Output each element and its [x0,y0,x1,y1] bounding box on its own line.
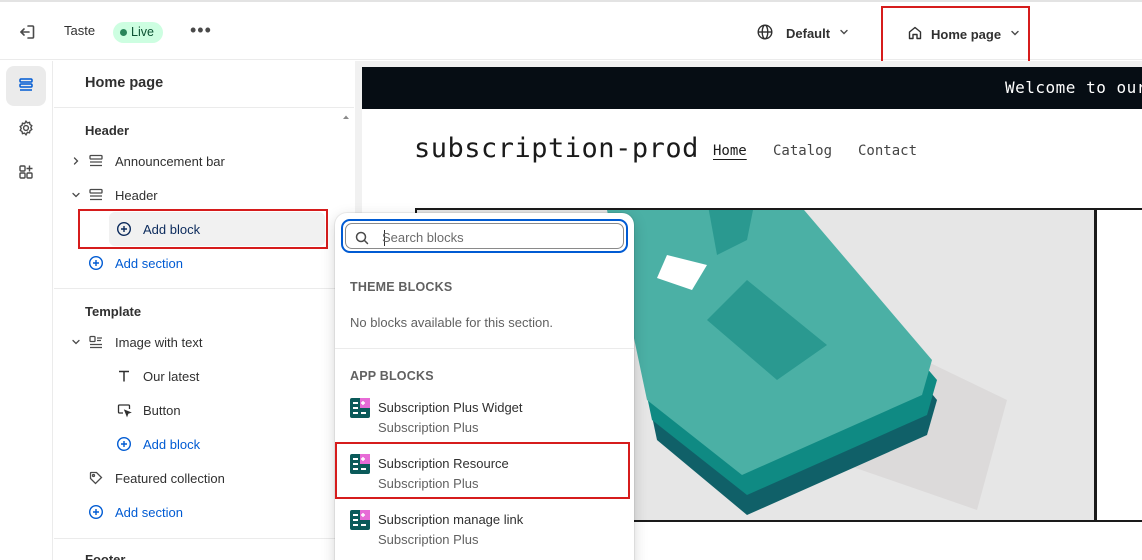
app-block-source: Subscription Plus [378,420,479,435]
header-add-section-button[interactable]: Add section [87,251,183,275]
announcement-text: Welcome to our [1005,78,1142,97]
app-embeds-rail-button[interactable] [6,153,46,193]
exit-icon[interactable] [17,22,37,42]
header-group-title: Header [85,123,130,138]
app-block-subscription-resource[interactable]: Subscription Resource Subscription Plus [350,454,620,498]
plus-circle-icon [87,503,105,521]
sidebar-item-label: Image with text [115,334,203,350]
sidebar-divider [54,288,337,289]
theme-variant-select[interactable]: Default [756,21,850,45]
sections-rail-button[interactable] [6,66,46,106]
button-cursor-icon [115,401,133,419]
subscription-plus-app-icon [350,454,370,474]
sections-icon [17,76,35,97]
sidebar-item-label: Announcement bar [115,153,225,169]
sidebar-item-label: Header [115,187,158,203]
add-block-popover: THEME BLOCKS No blocks available for thi… [335,213,634,560]
store-logo[interactable]: subscription-prod [414,133,699,164]
sidebar-item-featured-collection[interactable]: Featured collection [87,466,225,490]
live-status-label: Live [131,25,154,39]
sections-sidebar: Home page Header Announcement bar Header… [54,61,354,560]
theme-name: Taste [64,23,96,38]
plus-circle-icon [115,220,133,238]
scroll-up-icon[interactable] [340,111,352,123]
app-block-name: Subscription Plus Widget [378,400,523,415]
theme-blocks-heading: THEME BLOCKS [350,280,453,294]
plus-circle-icon [87,254,105,272]
editor-rail [0,61,53,560]
globe-icon [756,23,774,44]
sidebar-item-button[interactable]: Button [115,398,181,422]
sidebar-item-announcement-bar[interactable]: Announcement bar [87,149,225,173]
search-icon [355,231,369,245]
sidebar-item-our-latest[interactable]: Our latest [115,364,199,388]
template-group-title: Template [85,304,142,319]
gear-icon [17,119,35,140]
editor-topbar: Taste Live ••• Default Home page [0,0,1142,63]
live-dot-icon [120,29,127,36]
template-add-section-button[interactable]: Add section [87,500,183,524]
section-layout-icon [87,152,105,170]
add-section-label: Add section [115,504,183,520]
template-add-block-button[interactable]: Add block [115,432,200,456]
block-search-field[interactable] [341,219,628,253]
theme-blocks-empty-message: No blocks available for this section. [350,315,554,330]
add-block-label: Add block [143,221,201,237]
apps-icon [17,163,35,184]
picker-divider [335,348,634,349]
image-with-text-icon [87,333,105,351]
sidebar-item-header[interactable]: Header [87,183,158,207]
announcement-bar[interactable]: Welcome to our [362,67,1142,109]
image-with-text-content[interactable] [1095,208,1142,522]
footer-group-title: Footer [85,552,126,560]
chevron-down-icon [1009,27,1021,42]
tag-icon [87,469,105,487]
page-select[interactable]: Home page [881,6,1030,63]
nav-link-catalog[interactable]: Catalog [773,143,832,159]
app-block-subscription-plus-widget[interactable]: Subscription Plus Widget Subscription Pl… [350,398,620,442]
app-block-subscription-manage-link[interactable]: Subscription manage link Subscription Pl… [350,510,620,554]
app-block-source: Subscription Plus [378,476,479,491]
add-section-label: Add section [115,255,183,271]
app-block-source: Subscription Plus [378,532,479,547]
live-status-badge: Live [113,22,163,43]
plus-circle-icon [115,435,133,453]
nav-link-contact[interactable]: Contact [858,143,917,159]
app-block-name: Subscription Resource [378,456,509,471]
sidebar-header: Home page [54,61,354,108]
chevron-right-icon[interactable] [70,155,82,167]
subscription-plus-app-icon [350,510,370,530]
nav-link-home[interactable]: Home [713,143,747,159]
sidebar-item-image-with-text[interactable]: Image with text [87,330,202,354]
chevron-down-icon[interactable] [70,336,82,348]
theme-settings-rail-button[interactable] [6,109,46,149]
app-block-name: Subscription manage link [378,512,524,527]
sidebar-divider [54,538,337,539]
home-icon [907,25,923,44]
sidebar-item-label: Button [143,402,181,418]
sidebar-item-label: Featured collection [115,470,225,486]
section-layout-icon [87,186,105,204]
subscription-plus-app-icon [350,398,370,418]
chevron-down-icon[interactable] [70,189,82,201]
header-add-block-button[interactable]: Add block [115,217,200,241]
more-actions-button[interactable]: ••• [190,21,212,40]
theme-variant-label: Default [786,25,831,41]
sidebar-title: Home page [85,75,164,91]
app-blocks-heading: APP BLOCKS [350,369,434,383]
chevron-down-icon [838,26,850,41]
block-search-input[interactable] [382,227,612,247]
add-block-label: Add block [143,436,201,452]
text-icon [115,367,133,385]
sidebar-item-label: Our latest [143,368,200,384]
page-select-label: Home page [931,27,1002,42]
